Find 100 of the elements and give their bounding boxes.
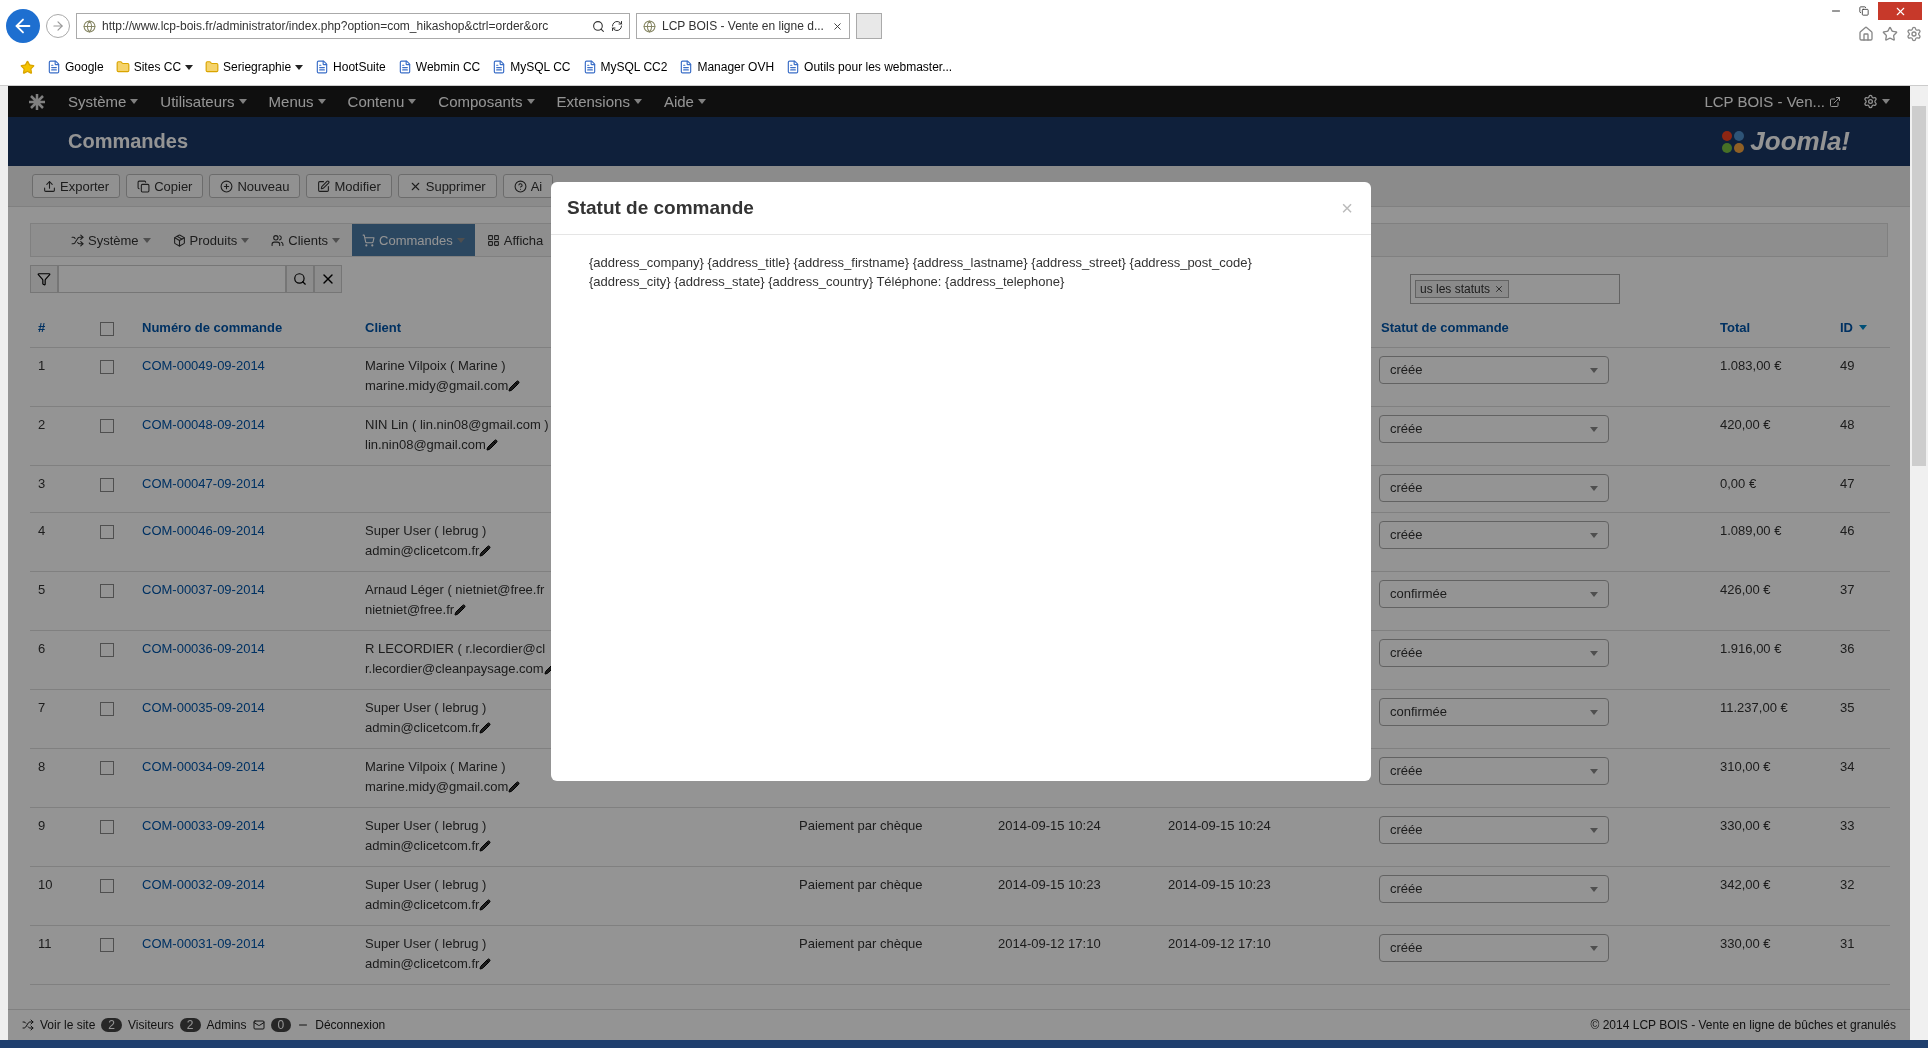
column-header[interactable]: Statut de commande xyxy=(1373,319,1712,335)
home-icon[interactable] xyxy=(1858,26,1874,42)
refresh-icon[interactable] xyxy=(611,20,623,32)
joomla-logo-icon[interactable] xyxy=(28,92,46,111)
row-checkbox[interactable] xyxy=(100,478,114,492)
toolbar-button[interactable]: Supprimer xyxy=(397,174,497,198)
submenu-tab[interactable]: Système xyxy=(61,224,161,256)
column-header[interactable]: ID xyxy=(1832,319,1890,335)
order-number-link[interactable]: COM-00032-09-2014 xyxy=(134,875,357,895)
row-checkbox[interactable] xyxy=(100,702,114,716)
toolbar-button[interactable]: Ai xyxy=(502,174,554,198)
view-site-link[interactable]: Voir le site xyxy=(40,1018,96,1032)
settings-icon[interactable] xyxy=(1906,26,1922,42)
back-button[interactable] xyxy=(6,9,40,43)
new-tab-button[interactable] xyxy=(856,13,882,39)
logout-link[interactable]: Déconnexion xyxy=(315,1018,386,1032)
row-checkbox[interactable] xyxy=(100,879,114,893)
order-number-link[interactable]: COM-00034-09-2014 xyxy=(134,757,357,777)
pencil-icon[interactable] xyxy=(508,380,521,392)
column-header[interactable]: Total xyxy=(1712,319,1832,335)
bookmark-link[interactable]: Outils pour les webmaster... xyxy=(786,60,953,74)
status-dropdown[interactable]: créée xyxy=(1379,875,1609,903)
pencil-icon[interactable] xyxy=(479,958,492,970)
scrollbar[interactable] xyxy=(1910,86,1928,1040)
admin-menu-item[interactable]: Extensions xyxy=(556,93,642,110)
status-dropdown[interactable]: confirmée xyxy=(1379,698,1609,726)
clear-button[interactable] xyxy=(314,265,342,293)
admin-menu-item[interactable]: Aide xyxy=(663,93,706,110)
admin-menu-item[interactable]: Menus xyxy=(268,93,326,110)
status-dropdown[interactable]: confirmée xyxy=(1379,580,1609,608)
admin-menu-item[interactable]: Composants xyxy=(438,93,535,110)
admin-menu-item[interactable]: Contenu xyxy=(347,93,417,110)
row-checkbox[interactable] xyxy=(100,525,114,539)
row-checkbox[interactable] xyxy=(100,820,114,834)
status-dropdown[interactable]: créée xyxy=(1379,415,1609,443)
pencil-icon[interactable] xyxy=(479,545,492,557)
toolbar-button[interactable]: Nouveau xyxy=(209,174,301,198)
close-icon[interactable] xyxy=(832,20,843,32)
bookmark-link[interactable]: MySQL CC2 xyxy=(582,60,668,74)
order-number-link[interactable]: COM-00031-09-2014 xyxy=(134,934,357,954)
pencil-icon[interactable] xyxy=(508,781,521,793)
row-checkbox[interactable] xyxy=(100,584,114,598)
pencil-icon[interactable] xyxy=(479,722,492,734)
submenu-tab[interactable]: Produits xyxy=(162,224,260,256)
bookmark-link[interactable]: HootSuite xyxy=(315,60,386,74)
order-number-link[interactable]: COM-00036-09-2014 xyxy=(134,639,357,659)
bookmark-link[interactable]: Google xyxy=(47,60,104,74)
toolbar-button[interactable]: Copier xyxy=(126,174,204,198)
filter-button[interactable] xyxy=(30,265,58,293)
forward-button[interactable] xyxy=(46,14,70,38)
favorites-icon[interactable] xyxy=(1882,26,1898,42)
bookmark-link[interactable]: Seriegraphie xyxy=(205,60,304,74)
order-number-link[interactable]: COM-00037-09-2014 xyxy=(134,580,357,600)
order-number-link[interactable]: COM-00033-09-2014 xyxy=(134,816,357,836)
order-number-link[interactable]: COM-00047-09-2014 xyxy=(134,474,357,494)
bookmark-link[interactable]: Sites CC xyxy=(115,60,194,74)
search-button[interactable] xyxy=(286,265,314,293)
toolbar-button[interactable]: Exporter xyxy=(32,174,121,198)
status-dropdown[interactable]: créée xyxy=(1379,356,1609,384)
column-header[interactable]: # xyxy=(30,319,90,335)
settings-menu[interactable] xyxy=(1863,94,1890,109)
bookmark-link[interactable]: Webmin CC xyxy=(397,60,481,74)
status-dropdown[interactable]: créée xyxy=(1379,816,1609,844)
row-checkbox[interactable] xyxy=(100,938,114,952)
submenu-tab[interactable]: Afficha xyxy=(476,224,554,256)
row-checkbox[interactable] xyxy=(100,360,114,374)
pencil-icon[interactable] xyxy=(485,439,498,451)
order-number-link[interactable]: COM-00035-09-2014 xyxy=(134,698,357,718)
submenu-tab[interactable]: Commandes xyxy=(352,224,475,256)
column-header[interactable]: Numéro de commande xyxy=(134,319,357,335)
admin-menu-item[interactable]: Système xyxy=(68,93,139,110)
browser-tab[interactable]: LCP BOIS - Vente en ligne d... xyxy=(636,13,850,39)
favorites-star-icon[interactable] xyxy=(20,59,35,75)
select-all-checkbox[interactable] xyxy=(100,322,114,336)
pencil-icon[interactable] xyxy=(479,899,492,911)
remove-icon[interactable] xyxy=(1494,284,1505,294)
status-dropdown[interactable]: créée xyxy=(1379,521,1609,549)
status-dropdown[interactable]: créée xyxy=(1379,757,1609,785)
order-number-link[interactable]: COM-00049-09-2014 xyxy=(134,356,357,376)
search-icon[interactable] xyxy=(592,19,605,33)
admin-menu-item[interactable]: Utilisateurs xyxy=(160,93,247,110)
status-dropdown[interactable]: créée xyxy=(1379,639,1609,667)
pencil-icon[interactable] xyxy=(454,604,467,616)
site-link[interactable]: LCP BOIS - Ven... xyxy=(1704,93,1841,110)
address-field[interactable]: http://www.lcp-bois.fr/administrator/index.php?option=com_hikashop&ctrl=order&orc xyxy=(76,13,630,39)
toolbar-button[interactable]: Modifier xyxy=(306,174,392,198)
bookmark-link[interactable]: Manager OVH xyxy=(679,60,775,74)
row-checkbox[interactable] xyxy=(100,643,114,657)
search-field[interactable] xyxy=(58,265,286,293)
close-button[interactable] xyxy=(1878,2,1922,20)
bookmark-link[interactable]: MySQL CC xyxy=(492,60,571,74)
order-number-link[interactable]: COM-00048-09-2014 xyxy=(134,415,357,435)
status-dropdown[interactable]: créée xyxy=(1379,474,1609,502)
row-checkbox[interactable] xyxy=(100,419,114,433)
order-number-link[interactable]: COM-00046-09-2014 xyxy=(134,521,357,541)
row-checkbox[interactable] xyxy=(100,761,114,775)
pencil-icon[interactable] xyxy=(479,840,492,852)
status-dropdown[interactable]: créée xyxy=(1379,934,1609,962)
status-filter-field[interactable]: us les statuts xyxy=(1410,274,1620,304)
submenu-tab[interactable]: Clients xyxy=(261,224,351,256)
